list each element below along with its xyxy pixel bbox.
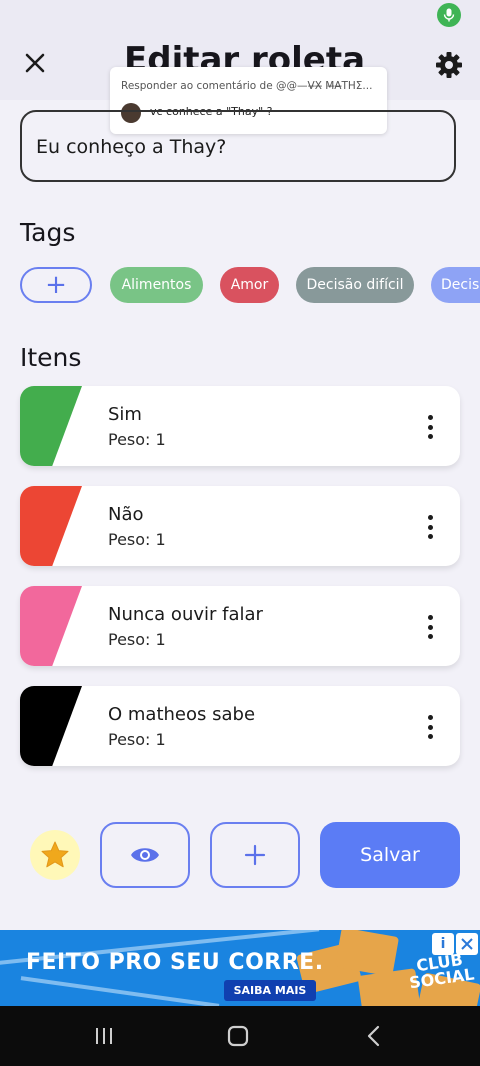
- preview-button[interactable]: [100, 822, 190, 888]
- items-heading: Itens: [20, 343, 82, 372]
- item-color-swatch: [20, 586, 82, 666]
- more-options-icon[interactable]: [418, 612, 442, 642]
- gear-icon[interactable]: [434, 50, 464, 80]
- question-value: Eu conheço a Thay?: [36, 136, 227, 158]
- list-item[interactable]: O matheos sabe Peso: 1: [20, 686, 460, 766]
- eye-icon: [131, 848, 159, 862]
- plus-icon: +: [45, 270, 67, 300]
- more-options-icon[interactable]: [418, 712, 442, 742]
- ad-cta-button[interactable]: SAIBA MAIS: [224, 980, 316, 1001]
- reply-header: Responder ao comentário de @@—V̶X̶ M̶A̶T…: [121, 80, 373, 92]
- item-weight: Peso: 1: [108, 430, 166, 449]
- tag-chip[interactable]: Decisão difícil: [296, 267, 414, 303]
- tags-heading: Tags: [20, 218, 76, 247]
- ad-info-icon[interactable]: i: [432, 933, 454, 955]
- favorite-button[interactable]: [30, 830, 80, 880]
- plus-icon: [244, 844, 266, 866]
- tag-chip[interactable]: Amor: [220, 267, 279, 303]
- recent-apps-icon[interactable]: [93, 1025, 115, 1047]
- item-name: O matheos sabe: [108, 704, 256, 725]
- ad-close-icon[interactable]: [456, 933, 478, 955]
- home-icon[interactable]: [227, 1025, 249, 1047]
- item-color-swatch: [20, 486, 82, 566]
- item-name: Nunca ouvir falar: [108, 604, 263, 625]
- add-item-button[interactable]: [210, 822, 300, 888]
- list-item[interactable]: Sim Peso: 1: [20, 386, 460, 466]
- item-weight: Peso: 1: [108, 630, 166, 649]
- item-color-swatch: [20, 686, 82, 766]
- item-name: Não: [108, 504, 144, 525]
- item-color-swatch: [20, 386, 82, 466]
- item-weight: Peso: 1: [108, 530, 166, 549]
- more-options-icon[interactable]: [418, 512, 442, 542]
- tag-chip[interactable]: Alimentos: [110, 267, 203, 303]
- star-icon: [41, 841, 69, 868]
- add-tag-button[interactable]: +: [20, 267, 92, 303]
- item-weight: Peso: 1: [108, 730, 166, 749]
- save-button[interactable]: Salvar: [320, 822, 460, 888]
- list-item[interactable]: Nunca ouvir falar Peso: 1: [20, 586, 460, 666]
- close-icon[interactable]: [20, 48, 50, 78]
- microphone-indicator-icon: [437, 3, 461, 27]
- ad-banner[interactable]: FEITO PRO SEU CORRE. SAIBA MAIS CLUB SOC…: [0, 930, 480, 1006]
- back-icon[interactable]: [364, 1025, 384, 1047]
- more-options-icon[interactable]: [418, 412, 442, 442]
- item-name: Sim: [108, 404, 142, 425]
- ad-headline: FEITO PRO SEU CORRE.: [26, 950, 324, 975]
- tag-chip[interactable]: Decis: [431, 267, 480, 303]
- system-navigation-bar: [0, 1006, 480, 1066]
- list-item[interactable]: Não Peso: 1: [20, 486, 460, 566]
